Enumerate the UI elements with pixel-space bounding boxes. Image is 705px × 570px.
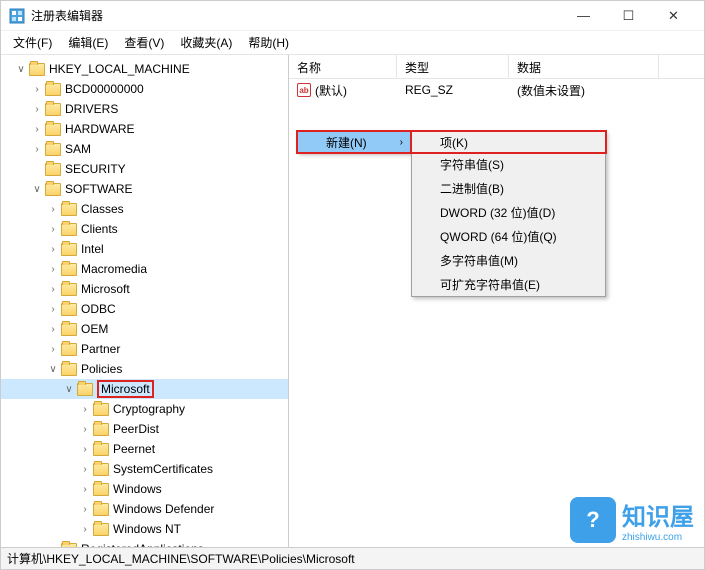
list-header: 名称 类型 数据 xyxy=(289,55,704,79)
tree-node[interactable]: ›OEM xyxy=(1,319,288,339)
window-title: 注册表编辑器 xyxy=(31,7,561,24)
statusbar: 计算机\HKEY_LOCAL_MACHINE\SOFTWARE\Policies… xyxy=(1,547,704,569)
watermark: ? 知识屋 zhishiwu.com xyxy=(570,497,694,543)
tree-node[interactable]: ›PeerDist xyxy=(1,419,288,439)
col-data[interactable]: 数据 xyxy=(509,55,659,78)
list-row-default[interactable]: ab(默认) REG_SZ (数值未设置) xyxy=(289,79,704,101)
tree-node[interactable]: ›Windows NT xyxy=(1,519,288,539)
tree-node[interactable]: ›HARDWARE xyxy=(1,119,288,139)
tree-node[interactable]: SECURITY xyxy=(1,159,288,179)
col-name[interactable]: 名称 xyxy=(289,55,397,78)
window-controls: — ☐ ✕ xyxy=(561,1,696,31)
content-area: ∨HKEY_LOCAL_MACHINE ›BCD00000000 ›DRIVER… xyxy=(1,55,704,547)
watermark-icon: ? xyxy=(570,497,616,543)
watermark-brand: 知识屋 xyxy=(622,497,694,532)
ctx-new-expandstring[interactable]: 可扩充字符串值(E) xyxy=(412,272,605,296)
tree-node-policies-microsoft[interactable]: ∨Microsoft xyxy=(1,379,288,399)
tree-node[interactable]: ›Clients xyxy=(1,219,288,239)
ctx-new-key[interactable]: 项(K) xyxy=(410,130,607,154)
menu-edit[interactable]: 编辑(E) xyxy=(60,32,116,53)
tree-node[interactable]: ›Cryptography xyxy=(1,399,288,419)
string-value-icon: ab xyxy=(297,83,311,97)
close-button[interactable]: ✕ xyxy=(651,1,696,31)
watermark-domain: zhishiwu.com xyxy=(622,532,694,543)
menu-favorites[interactable]: 收藏夹(A) xyxy=(172,32,240,53)
menu-file[interactable]: 文件(F) xyxy=(5,32,60,53)
tree-node[interactable]: ›Microsoft xyxy=(1,279,288,299)
ctx-new-qword[interactable]: QWORD (64 位)值(Q) xyxy=(412,224,605,248)
menu-view[interactable]: 查看(V) xyxy=(116,32,172,53)
status-path: 计算机\HKEY_LOCAL_MACHINE\SOFTWARE\Policies… xyxy=(7,550,355,567)
ctx-new-multistring[interactable]: 多字符串值(M) xyxy=(412,248,605,272)
ctx-new[interactable]: 新建(N)› xyxy=(296,130,413,154)
tree-node[interactable]: ›SystemCertificates xyxy=(1,459,288,479)
minimize-button[interactable]: — xyxy=(561,1,606,31)
chevron-right-icon: › xyxy=(400,137,403,148)
tree-node-policies[interactable]: ∨Policies xyxy=(1,359,288,379)
tree-node-software[interactable]: ∨SOFTWARE xyxy=(1,179,288,199)
ctx-new-dword[interactable]: DWORD (32 位)值(D) xyxy=(412,200,605,224)
list-pane[interactable]: 名称 类型 数据 ab(默认) REG_SZ (数值未设置) 新建(N)› 项(… xyxy=(289,55,704,547)
tree-node[interactable]: ›ODBC xyxy=(1,299,288,319)
tree-node[interactable]: ›Windows Defender xyxy=(1,499,288,519)
tree-node[interactable]: RegisteredApplications xyxy=(1,539,288,547)
tree-node[interactable]: ›SAM xyxy=(1,139,288,159)
regedit-icon xyxy=(9,8,25,24)
tree-node[interactable]: ›Partner xyxy=(1,339,288,359)
maximize-button[interactable]: ☐ xyxy=(606,1,651,31)
menubar: 文件(F) 编辑(E) 查看(V) 收藏夹(A) 帮助(H) xyxy=(1,31,704,55)
tree-node[interactable]: ›Peernet xyxy=(1,439,288,459)
tree-node[interactable]: ›DRIVERS xyxy=(1,99,288,119)
tree-node[interactable]: ›Intel xyxy=(1,239,288,259)
col-type[interactable]: 类型 xyxy=(397,55,509,78)
tree-node[interactable]: ›Classes xyxy=(1,199,288,219)
tree-node-hklm[interactable]: ∨HKEY_LOCAL_MACHINE xyxy=(1,59,288,79)
tree-pane[interactable]: ∨HKEY_LOCAL_MACHINE ›BCD00000000 ›DRIVER… xyxy=(1,55,289,547)
context-submenu-new: 项(K) 字符串值(S) 二进制值(B) DWORD (32 位)值(D) QW… xyxy=(411,131,606,297)
context-menu: 新建(N)› 项(K) 字符串值(S) 二进制值(B) DWORD (32 位)… xyxy=(297,131,412,153)
tree-node[interactable]: ›Macromedia xyxy=(1,259,288,279)
menu-help[interactable]: 帮助(H) xyxy=(240,32,297,53)
ctx-new-string[interactable]: 字符串值(S) xyxy=(412,152,605,176)
tree-node[interactable]: ›Windows xyxy=(1,479,288,499)
ctx-new-binary[interactable]: 二进制值(B) xyxy=(412,176,605,200)
titlebar: 注册表编辑器 — ☐ ✕ xyxy=(1,1,704,31)
tree-node[interactable]: ›BCD00000000 xyxy=(1,79,288,99)
folder-icon xyxy=(29,63,45,76)
